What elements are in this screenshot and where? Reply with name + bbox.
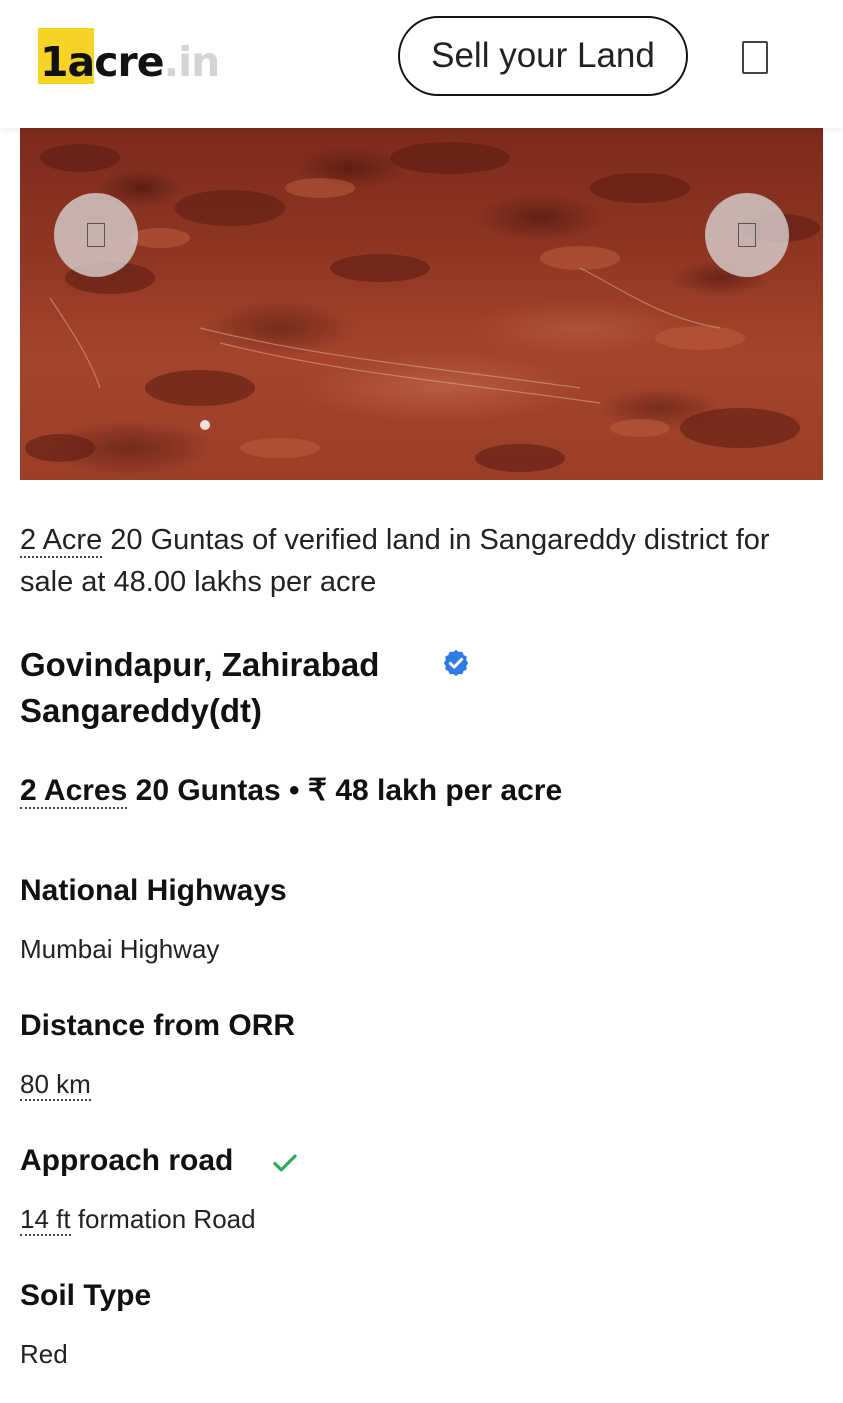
menu-icon[interactable] (742, 41, 768, 74)
check-icon (273, 1154, 297, 1172)
location-line-2: Sangareddy(dt) (20, 692, 263, 729)
approach-road-value: 14 ft formation Road (20, 1201, 256, 1237)
distance-orr-measure[interactable]: 80 km (20, 1069, 91, 1101)
site-logo[interactable]: 1acre.in (38, 28, 238, 86)
logo-text: 1acre.in (40, 38, 221, 86)
distance-orr-label: Distance from ORR (20, 1009, 296, 1042)
sell-your-land-button[interactable]: Sell your Land (398, 16, 688, 96)
chevron-left-icon (87, 223, 105, 247)
area-guntas: 20 Guntas (127, 774, 281, 807)
logo-main: 1acre (40, 38, 165, 86)
national-highways-value: Mumbai Highway (20, 934, 220, 964)
description-area-unit[interactable]: 2 Acre (20, 524, 103, 558)
description-text: 20 Guntas of verified land in Sangareddy… (20, 524, 770, 598)
top-header: 1acre.in Sell your Land (0, 0, 843, 128)
logo-tld: .in (163, 38, 221, 86)
national-highways-label: National Highways (20, 874, 287, 907)
land-photo-carousel[interactable] (20, 128, 823, 480)
price-per-acre: ₹ 48 lakh per acre (307, 774, 563, 807)
chevron-right-icon (738, 223, 756, 247)
soil-photo (25, 142, 820, 472)
listing-location: Govindapur, Zahirabad Sangareddy(dt) (20, 642, 440, 734)
distance-orr-value: 80 km (20, 1066, 91, 1102)
soil-type-label: Soil Type (20, 1279, 152, 1312)
approach-road-type: formation Road (70, 1204, 256, 1234)
location-line-1: Govindapur, Zahirabad (20, 646, 380, 683)
area-acres[interactable]: 2 Acres (20, 774, 128, 809)
carousel-prev-button[interactable] (54, 193, 138, 277)
verified-badge-icon (443, 649, 469, 677)
area-price-line: 2 Acres 20 Guntas • ₹ 48 lakh per acre (20, 770, 562, 812)
soil-type-value: Red (20, 1339, 68, 1369)
bullet-separator: • (280, 774, 308, 807)
carousel-next-button[interactable] (705, 193, 789, 277)
listing-description: 2 Acre 20 Guntas of verified land in San… (20, 519, 820, 603)
approach-road-measure[interactable]: 14 ft (20, 1204, 71, 1236)
approach-road-label: Approach road (20, 1144, 234, 1177)
